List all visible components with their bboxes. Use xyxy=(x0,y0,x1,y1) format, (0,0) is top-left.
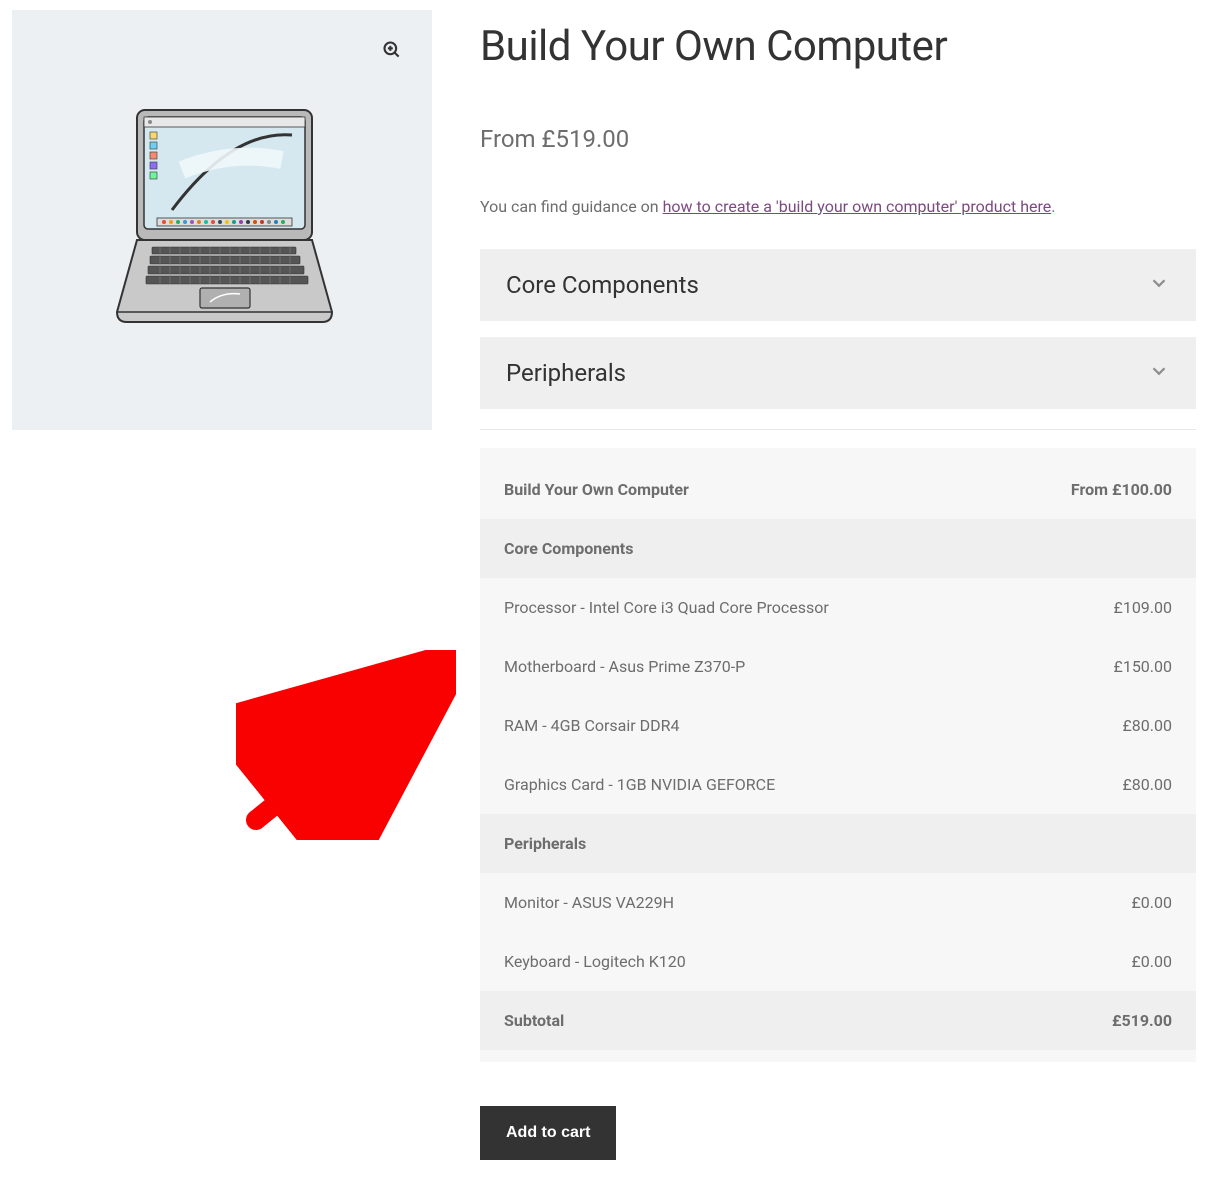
accordion-peripherals[interactable]: Peripherals xyxy=(480,337,1196,409)
laptop-illustration xyxy=(82,80,362,360)
summary-header-value: From £100.00 xyxy=(1071,480,1172,499)
zoom-icon[interactable] xyxy=(378,36,406,64)
summary-line: Keyboard - Logitech K120 £0.00 xyxy=(480,932,1196,991)
line-label: RAM - 4GB Corsair DDR4 xyxy=(504,716,1123,735)
summary-section-heading: Core Components xyxy=(480,519,1196,578)
line-value: £80.00 xyxy=(1123,716,1173,735)
subtotal-value: £519.00 xyxy=(1112,1011,1172,1030)
summary-header: Build Your Own Computer From £100.00 xyxy=(480,460,1196,519)
summary-line: Graphics Card - 1GB NVIDIA GEFORCE £80.0… xyxy=(480,755,1196,814)
guidance-suffix: . xyxy=(1051,197,1055,216)
summary-line: Monitor - ASUS VA229H £0.00 xyxy=(480,873,1196,932)
price-summary: Build Your Own Computer From £100.00 Cor… xyxy=(480,448,1196,1062)
chevron-down-icon xyxy=(1148,272,1170,298)
product-image[interactable] xyxy=(12,10,432,430)
accordion-title: Core Components xyxy=(506,271,699,299)
subtotal-label: Subtotal xyxy=(504,1011,1112,1030)
summary-header-label: Build Your Own Computer xyxy=(504,480,1071,499)
accordion-core-components[interactable]: Core Components xyxy=(480,249,1196,321)
product-title: Build Your Own Computer xyxy=(480,22,1196,71)
line-label: Processor - Intel Core i3 Quad Core Proc… xyxy=(504,598,1114,617)
guidance-prefix: You can find guidance on xyxy=(480,197,663,216)
summary-subtotal: Subtotal £519.00 xyxy=(480,991,1196,1050)
line-label: Motherboard - Asus Prime Z370-P xyxy=(504,657,1114,676)
chevron-down-icon xyxy=(1148,360,1170,386)
line-label: Graphics Card - 1GB NVIDIA GEFORCE xyxy=(504,775,1123,794)
product-from-price: From £519.00 xyxy=(480,125,1196,153)
line-value: £109.00 xyxy=(1114,598,1172,617)
line-label: Keyboard - Logitech K120 xyxy=(504,952,1132,971)
guidance-link[interactable]: how to create a 'build your own computer… xyxy=(663,197,1052,216)
summary-section-heading: Peripherals xyxy=(480,814,1196,873)
summary-line: Motherboard - Asus Prime Z370-P £150.00 xyxy=(480,637,1196,696)
summary-line: RAM - 4GB Corsair DDR4 £80.00 xyxy=(480,696,1196,755)
summary-line: Processor - Intel Core i3 Quad Core Proc… xyxy=(480,578,1196,637)
section-heading-label: Peripherals xyxy=(504,834,1172,853)
guidance-text: You can find guidance on how to create a… xyxy=(480,195,1196,219)
add-to-cart-button[interactable]: Add to cart xyxy=(480,1106,616,1160)
accordion-title: Peripherals xyxy=(506,359,626,387)
line-value: £0.00 xyxy=(1132,952,1173,971)
line-value: £0.00 xyxy=(1132,893,1173,912)
line-value: £150.00 xyxy=(1114,657,1172,676)
line-value: £80.00 xyxy=(1123,775,1173,794)
line-label: Monitor - ASUS VA229H xyxy=(504,893,1132,912)
section-heading-label: Core Components xyxy=(504,539,1172,558)
divider xyxy=(480,429,1196,430)
